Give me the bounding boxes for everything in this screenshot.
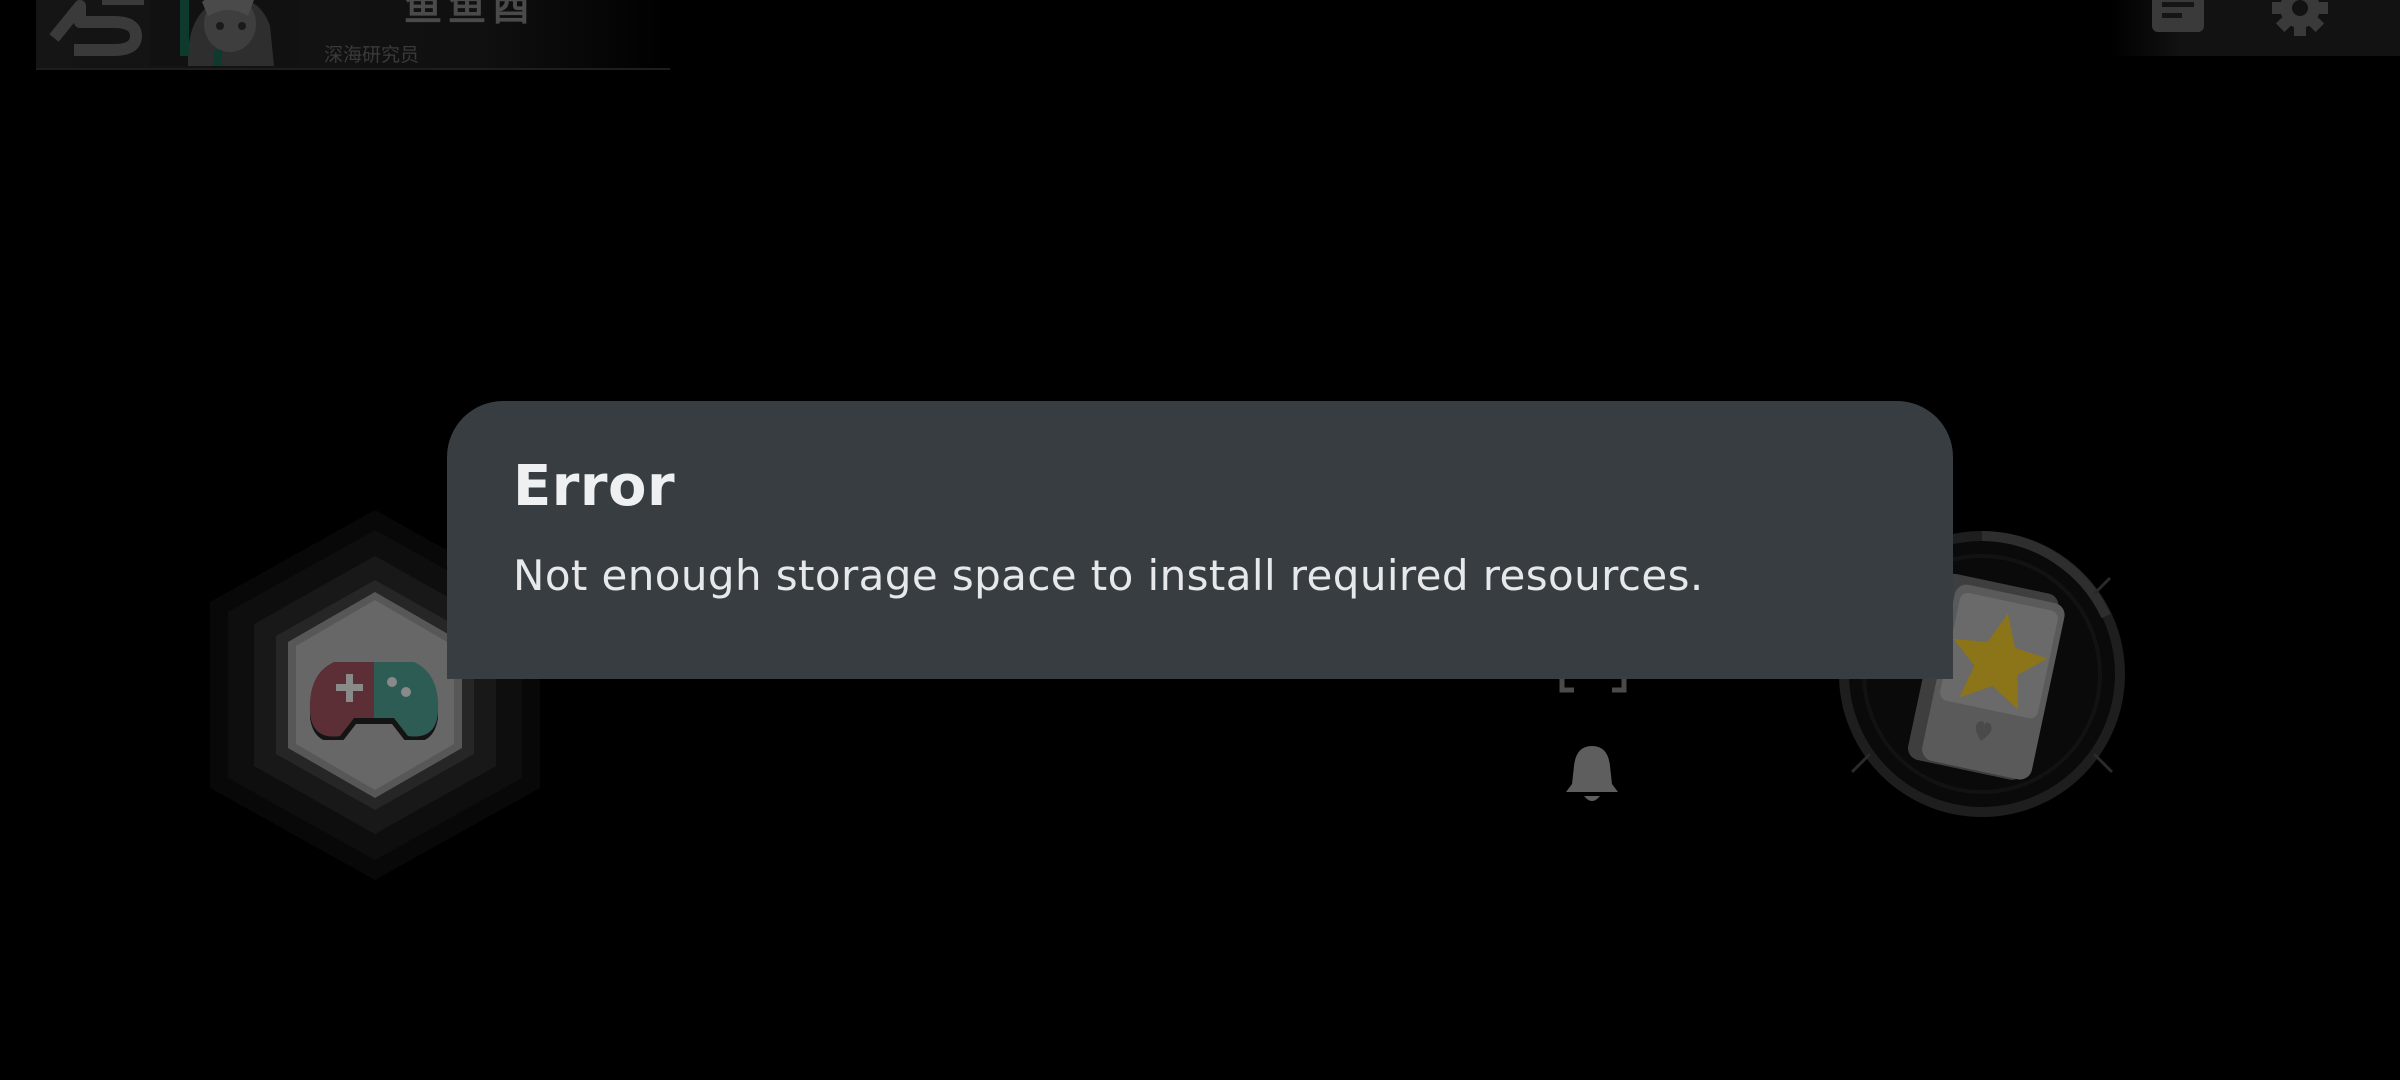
gamepad-icon [309,662,439,740]
gear-icon [2272,0,2328,36]
dialog-title: Error [513,454,676,519]
settings-button[interactable] [2268,0,2332,40]
back-button[interactable] [44,0,164,58]
dialog-message: Not enough storage space to install requ… [513,551,1704,600]
avatar[interactable] [150,0,300,66]
notification-button[interactable] [1562,742,1622,804]
player-name: 鱼鱼酉 [404,0,537,29]
error-dialog: Error Not enough storage space to instal… [447,401,1953,679]
document-icon [2152,0,2204,32]
bell-icon [1566,746,1618,801]
back-arrow-icon [49,0,144,56]
document-button[interactable] [2152,0,2204,32]
game-home-screen: 鱼鱼酉 深海研究员 Error Not enough storage space… [0,0,2400,1080]
player-title: 深海研究员 [324,44,420,66]
character-avatar [150,0,300,66]
